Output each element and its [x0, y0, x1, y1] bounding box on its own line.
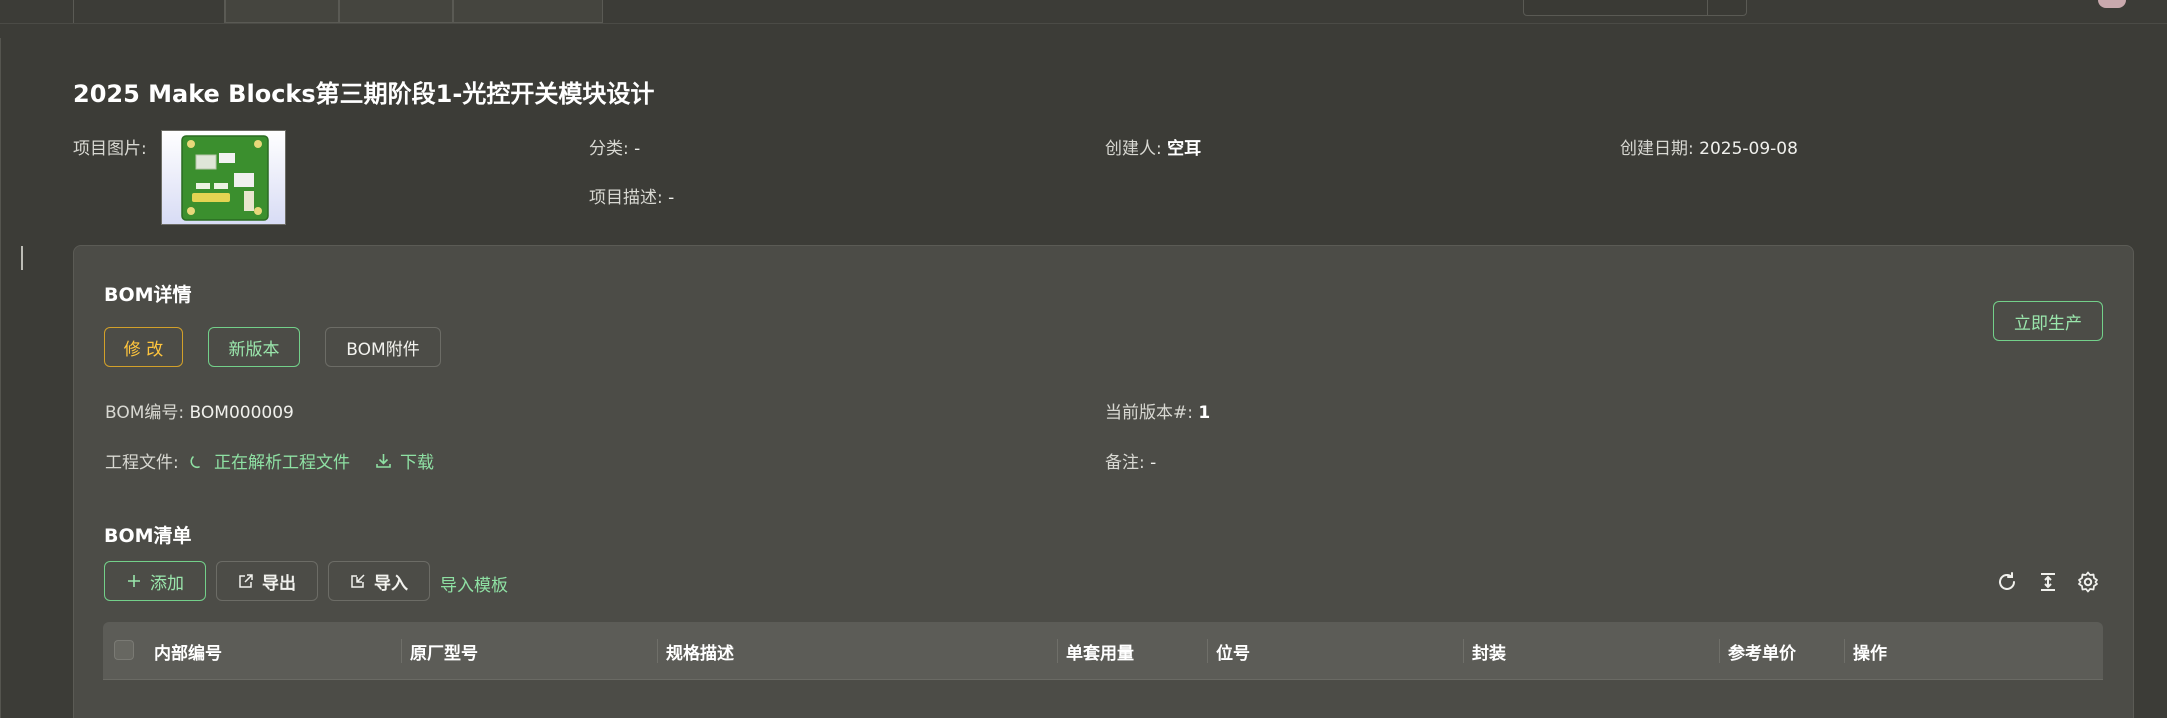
tab-3[interactable]: [339, 0, 453, 23]
column-separator: [1207, 639, 1208, 663]
bom-number-label: BOM编号:: [105, 403, 185, 423]
column-mfr-part[interactable]: 原厂型号: [410, 639, 478, 664]
parsing-status: 正在解析工程文件: [190, 448, 350, 473]
category-field: 分类: -: [589, 134, 640, 159]
column-ref-price[interactable]: 参考单价: [1728, 639, 1796, 664]
settings-icon[interactable]: [2076, 570, 2100, 594]
tab-2[interactable]: [225, 0, 339, 23]
produce-now-button[interactable]: 立即生产: [1993, 301, 2103, 341]
remark-label: 备注:: [1105, 453, 1145, 473]
plus-icon: [128, 575, 140, 587]
produce-now-button-label: 立即生产: [2014, 313, 2082, 334]
left-edge-line: [0, 38, 1, 718]
project-title: 2025 Make Blocks第三期阶段1-光控开关模块设计: [73, 80, 655, 108]
current-version-value: 1: [1198, 403, 1211, 423]
column-height-icon[interactable]: [2036, 570, 2060, 594]
tab-bom-detail[interactable]: [73, 0, 225, 23]
import-icon: [351, 574, 365, 588]
column-qty-per-set[interactable]: 单套用量: [1066, 639, 1134, 664]
description-value: -: [668, 188, 675, 208]
add-button-label: 添加: [150, 573, 184, 594]
column-actions[interactable]: 操作: [1853, 639, 1887, 664]
column-designator[interactable]: 位号: [1216, 639, 1250, 664]
created-date-field: 创建日期: 2025-09-08: [1620, 134, 1798, 159]
bom-table-header: 内部编号 原厂型号 规格描述 单套用量 位号 封装 参考单价 操作: [103, 622, 2103, 680]
column-separator: [1719, 639, 1720, 663]
import-button-label: 导入: [374, 573, 408, 594]
global-search-input[interactable]: [1523, 0, 1747, 16]
column-separator: [657, 639, 658, 663]
sidebar-drag-handle[interactable]: [21, 246, 23, 270]
current-version-label: 当前版本#:: [1105, 403, 1193, 423]
new-version-button[interactable]: 新版本: [208, 327, 300, 367]
column-separator: [1844, 639, 1845, 663]
tab-4[interactable]: [453, 0, 603, 23]
bom-number-value: BOM000009: [189, 403, 294, 423]
remark-field: 备注: -: [1105, 448, 1156, 473]
select-all-checkbox[interactable]: [114, 640, 134, 660]
creator-field: 创建人: 空耳: [1105, 134, 1201, 159]
bom-list-title: BOM清单: [104, 525, 192, 547]
import-template-link[interactable]: 导入模板: [440, 571, 508, 596]
project-image-label: 项目图片:: [73, 139, 147, 159]
search-divider: [1707, 0, 1708, 15]
creator-value: 空耳: [1167, 139, 1202, 159]
import-template-link-label: 导入模板: [440, 576, 508, 596]
column-internal-code[interactable]: 内部编号: [154, 639, 222, 664]
bom-detail-title: BOM详情: [104, 284, 192, 306]
project-files-label: 工程文件:: [105, 453, 179, 473]
edit-button[interactable]: 修 改: [104, 327, 183, 367]
description-field: 项目描述: -: [589, 183, 674, 208]
bom-attachments-button[interactable]: BOM附件: [325, 327, 441, 367]
bom-attachments-button-label: BOM附件: [346, 339, 420, 360]
column-package[interactable]: 封装: [1472, 639, 1506, 664]
loading-icon: [190, 455, 200, 468]
current-version-field: 当前版本#: 1: [1105, 398, 1210, 423]
category-label: 分类:: [589, 139, 629, 159]
download-link-label: 下载: [400, 453, 434, 473]
import-button[interactable]: 导入: [328, 561, 430, 601]
refresh-icon[interactable]: [1995, 570, 2019, 594]
download-link[interactable]: 下载: [375, 448, 434, 473]
pcb-board-icon: [181, 135, 269, 221]
column-spec[interactable]: 规格描述: [666, 639, 734, 664]
add-button[interactable]: 添加: [104, 561, 206, 601]
export-icon: [239, 574, 253, 588]
new-version-button-label: 新版本: [228, 339, 280, 360]
project-image[interactable]: [161, 130, 286, 225]
top-tab-bar: [0, 0, 2167, 24]
created-date-value: 2025-09-08: [1699, 139, 1798, 159]
top-user-avatar[interactable]: [2098, 0, 2126, 8]
created-date-label: 创建日期:: [1620, 139, 1694, 159]
download-icon: [376, 454, 391, 468]
category-value: -: [634, 139, 641, 159]
export-button[interactable]: 导出: [216, 561, 318, 601]
description-label: 项目描述:: [589, 188, 663, 208]
column-separator: [401, 639, 402, 663]
export-button-label: 导出: [262, 573, 296, 594]
edit-button-label: 修 改: [123, 339, 164, 360]
column-separator: [1463, 639, 1464, 663]
remark-value: -: [1150, 453, 1157, 473]
column-separator: [1057, 639, 1058, 663]
parsing-status-label: 正在解析工程文件: [214, 453, 350, 473]
creator-label: 创建人:: [1105, 139, 1162, 159]
bom-number-field: BOM编号: BOM000009: [105, 398, 294, 423]
